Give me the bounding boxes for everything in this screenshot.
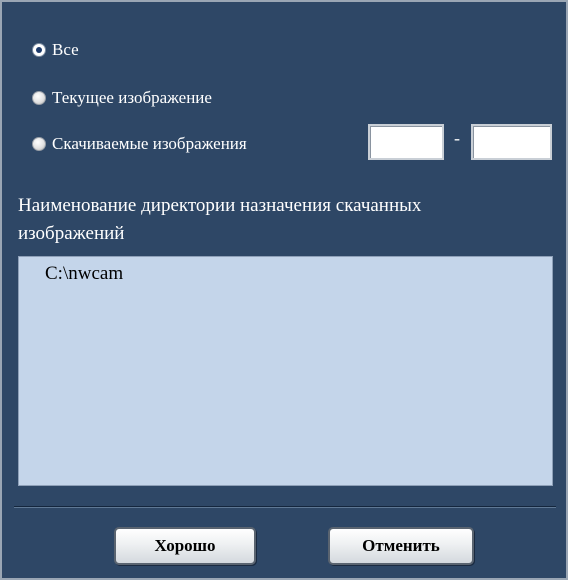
destination-directory-label: Наименование директории назначения скача… [18,195,422,244]
option-downloaded-images[interactable]: Скачиваемые изображения [32,134,247,154]
option-current-image-label: Текущее изображение [52,88,212,107]
destination-directory-field[interactable]: C:\nwcam [18,256,553,486]
download-dialog: Все Текущее изображение Скачиваемые изоб… [0,0,568,580]
destination-directory-path: C:\nwcam [45,263,124,284]
option-current-image[interactable]: Текущее изображение [32,88,212,108]
ok-button[interactable]: Хорошо [114,527,256,565]
range-to-input[interactable] [471,124,552,160]
radio-downloaded-images[interactable] [32,137,46,151]
range-from-input[interactable] [368,124,444,160]
option-all-label: Все [52,40,79,59]
range-separator: - [454,128,460,148]
option-downloaded-images-label: Скачиваемые изображения [52,134,247,153]
radio-all-selected[interactable] [32,43,46,57]
option-all[interactable]: Все [32,40,79,60]
radio-current-image[interactable] [32,91,46,105]
cancel-button[interactable]: Отменить [328,527,474,565]
divider [14,506,556,508]
